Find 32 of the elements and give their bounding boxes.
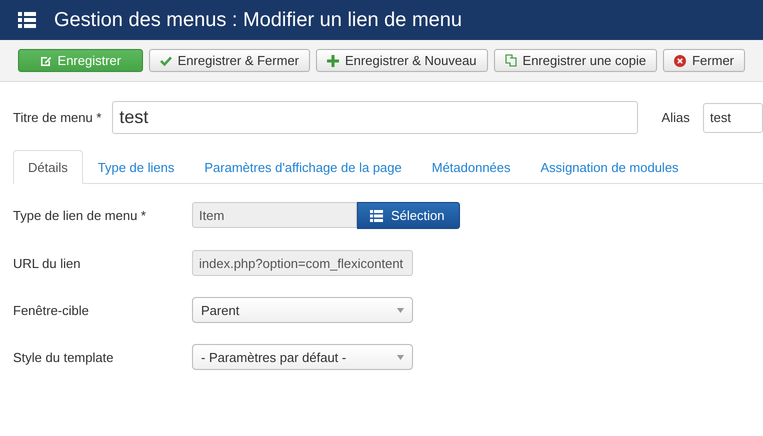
plus-icon [327,54,340,66]
edit-icon [40,54,52,66]
close-icon [674,54,686,66]
check-icon [160,56,172,66]
field-label: URL du lien [13,256,82,270]
toolbar-button[interactable]: Enregistrer & Fermer [148,49,310,72]
tab[interactable]: Métadonnées [416,150,526,184]
tab[interactable]: Détails [13,150,83,184]
tab[interactable]: Paramètres d'affichage de la page [189,150,417,184]
field-label: Fenêtre-cible [13,302,90,318]
toolbar-button[interactable]: Enregistrer & Nouveau [316,49,488,72]
caret-icon [397,308,404,312]
copy-icon [504,54,517,67]
url-field[interactable]: index.php?option=com_flexicontent [192,250,413,276]
field-label: Alias [662,110,691,125]
page-title: Gestion des menus : Modifier un lien de menu [54,8,462,32]
list-icon [18,12,36,28]
tab[interactable]: Type de liens [82,150,190,184]
dropdown[interactable]: - Paramètres par défaut - [192,344,413,370]
close-button[interactable]: Fermer [663,49,745,72]
alias-input[interactable]: test [703,102,763,132]
title-input[interactable]: test [112,101,638,134]
field-label: Titre de menu * [13,110,102,125]
caret-icon [397,354,404,360]
tab[interactable]: Assignation de modules [526,150,694,184]
field-label: Type de lien de menu * [13,208,147,223]
menu-type-field[interactable]: Item [192,202,357,228]
field-label: Style du template [13,350,114,364]
toolbar-button[interactable]: Enregistrer une copie [494,49,658,72]
dropdown[interactable]: Parent [192,297,413,323]
list-icon [370,210,383,222]
select-button[interactable]: Sélection [357,202,460,229]
